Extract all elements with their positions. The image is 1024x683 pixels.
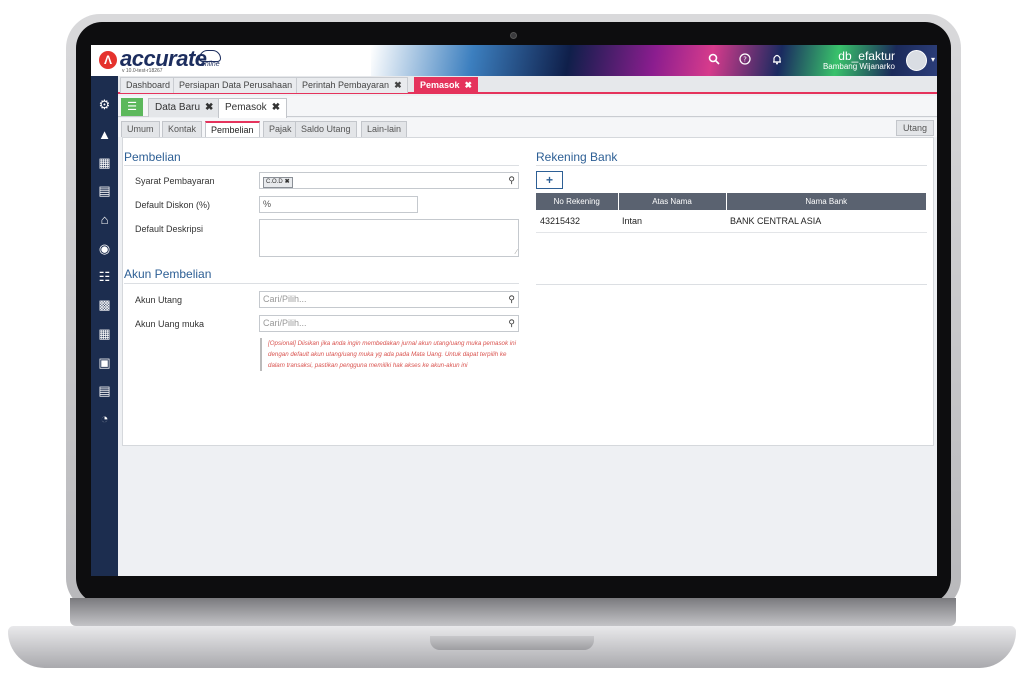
akun-uang-muka-placeholder: Cari/Pilih... — [263, 318, 307, 328]
help-note: [Opsional] Diisikan jika anda ingin memb… — [260, 338, 522, 371]
sales-icon[interactable]: ◉ — [96, 240, 113, 257]
tab-label: Dashboard — [126, 80, 171, 90]
tab-label: Pemasok — [225, 102, 267, 113]
tab-lain-lain[interactable]: Lain-lain — [361, 121, 408, 137]
bank-icon[interactable]: ▦ — [96, 154, 113, 171]
svg-text:?: ? — [743, 56, 747, 64]
akun-uang-muka-field[interactable]: Cari/Pilih... ⚲ — [259, 315, 519, 332]
tab-pembelian[interactable]: Pembelian — [205, 121, 260, 138]
app-screen: Λ accurate online v 10.0-test-r18267 ? d… — [91, 45, 937, 576]
purchase-icon[interactable]: ⌂ — [96, 211, 113, 228]
tab-dashboard[interactable]: Dashboard — [120, 77, 177, 93]
section-title-akun-pembelian: Akun Pembelian — [124, 267, 212, 281]
add-rekening-button[interactable]: + — [536, 171, 563, 189]
default-diskon-field[interactable]: % — [259, 196, 418, 213]
tab-umum[interactable]: Umum — [121, 121, 160, 137]
label-default-deskripsi: Default Deskripsi — [135, 224, 204, 234]
tab-utang[interactable]: Utang — [895, 120, 934, 136]
laptop-hinge — [70, 598, 956, 626]
laptop-notch — [430, 636, 594, 650]
column-header[interactable]: Nama Bank — [726, 193, 927, 210]
sidebar: ⚙ ▲ ▦ ▤ ⌂ ◉ ☷ ▩ ▦ ▣ ▤ ◔ — [91, 76, 118, 576]
close-icon[interactable]: ✖ — [272, 102, 280, 113]
tab-persiapan-data[interactable]: Persiapan Data Perusahaan — [173, 77, 299, 93]
analysis-icon[interactable]: ◔ — [96, 410, 113, 427]
syarat-pembayaran-field[interactable]: C.O.D ✖ ⚲ — [259, 172, 519, 189]
close-icon[interactable]: ✖ — [465, 80, 473, 90]
resize-handle-icon[interactable]: ∕ — [516, 249, 517, 256]
chip-label: C.O.D — [266, 179, 283, 185]
avatar[interactable] — [906, 50, 927, 71]
table-row[interactable]: 43215432 Intan BANK CENTRAL ASIA — [536, 210, 927, 233]
table-cell: 43215432 — [536, 210, 618, 233]
chevron-down-icon[interactable]: ▾ — [931, 55, 935, 64]
report-icon[interactable]: ▤ — [96, 382, 113, 399]
table-bottom-divider — [536, 284, 927, 285]
column-header[interactable]: No Rekening — [536, 193, 619, 210]
camera-icon — [510, 32, 517, 39]
akun-utang-field[interactable]: Cari/Pilih... ⚲ — [259, 291, 519, 308]
table-cell: BANK CENTRAL ASIA — [726, 210, 927, 233]
close-icon[interactable]: ✖ — [394, 80, 402, 90]
label-default-diskon: Default Diskon (%) — [135, 200, 211, 210]
form-tab-bar: ☰ Data Baru ✖ Pemasok ✖ — [118, 96, 937, 118]
logo-icon: Λ — [99, 51, 117, 69]
tab-data-baru[interactable]: Data Baru ✖ — [148, 98, 221, 117]
tab-label: Pemasok — [420, 80, 460, 90]
tab-pemasok-form[interactable]: Pemasok ✖ — [218, 98, 288, 118]
table-cell: Intan — [618, 210, 726, 233]
divider — [124, 283, 519, 284]
akun-utang-placeholder: Cari/Pilih... — [263, 294, 307, 304]
list-menu-button[interactable]: ☰ — [121, 98, 143, 116]
divider — [124, 165, 519, 166]
search-icon[interactable]: ⚲ — [508, 294, 515, 305]
ledger-icon[interactable]: ▤ — [96, 182, 113, 199]
user-name[interactable]: Bambang Wijanarko — [823, 62, 895, 71]
database-name[interactable]: db_efaktur — [838, 49, 895, 63]
label-akun-uang-muka: Akun Uang muka — [135, 319, 205, 329]
tab-label: Persiapan Data Perusahaan — [179, 80, 293, 90]
help-icon[interactable]: ? — [736, 52, 754, 70]
divider — [536, 165, 927, 166]
remove-chip-icon[interactable]: ✖ — [285, 179, 290, 185]
app-version: v 10.0-test-r18267 — [122, 68, 163, 74]
default-deskripsi-textarea[interactable]: ∕ — [259, 219, 519, 257]
column-header[interactable]: Atas Nama — [618, 193, 727, 210]
tab-label: Data Baru — [155, 102, 201, 113]
label-syarat-pembayaran: Syarat Pembayaran — [135, 176, 215, 186]
percent-prefix: % — [263, 199, 272, 209]
company-icon[interactable]: ▲ — [96, 126, 113, 143]
close-icon[interactable]: ✖ — [205, 102, 213, 113]
settings-icon[interactable]: ⚙ — [96, 96, 113, 113]
search-icon[interactable]: ⚲ — [508, 318, 515, 329]
tab-saldo-utang[interactable]: Saldo Utang — [295, 121, 357, 137]
label-akun-utang: Akun Utang — [135, 295, 183, 305]
cart-icon[interactable]: ☷ — [96, 268, 113, 285]
search-icon[interactable]: ⚲ — [508, 175, 515, 186]
tab-kontak[interactable]: Kontak — [162, 121, 203, 137]
tab-perintah-pembayaran[interactable]: Perintah Pembayaran ✖ — [296, 77, 408, 93]
delivery-icon[interactable]: ▩ — [96, 296, 113, 313]
table-header-row: No Rekening Atas Nama Nama Bank — [536, 193, 927, 210]
tab-label: Perintah Pembayaran — [302, 80, 390, 90]
tab-pemasok[interactable]: Pemasok ✖ — [414, 77, 479, 93]
rekening-table: No Rekening Atas Nama Nama Bank 43215432… — [536, 193, 927, 233]
section-title-pembelian: Pembelian — [124, 150, 181, 164]
section-title-rekening-bank: Rekening Bank — [536, 150, 618, 164]
top-bar: Λ accurate online v 10.0-test-r18267 ? d… — [91, 45, 937, 76]
bell-icon[interactable] — [768, 52, 786, 70]
search-icon[interactable] — [705, 52, 723, 70]
tab-pajak[interactable]: Pajak — [263, 121, 298, 137]
form-panel: Pembelian Syarat Pembayaran C.O.D ✖ ⚲ Def… — [122, 137, 934, 446]
sub-tab-bar: Umum Kontak Pembelian Pajak Saldo Utang … — [118, 118, 937, 138]
module-tab-bar: Dashboard Persiapan Data Perusahaan Peri… — [118, 76, 937, 94]
asset-icon[interactable]: ▣ — [96, 354, 113, 371]
app-tagline: online — [201, 61, 220, 68]
selected-chip: C.O.D ✖ — [263, 177, 293, 188]
inventory-icon[interactable]: ▦ — [96, 325, 113, 342]
